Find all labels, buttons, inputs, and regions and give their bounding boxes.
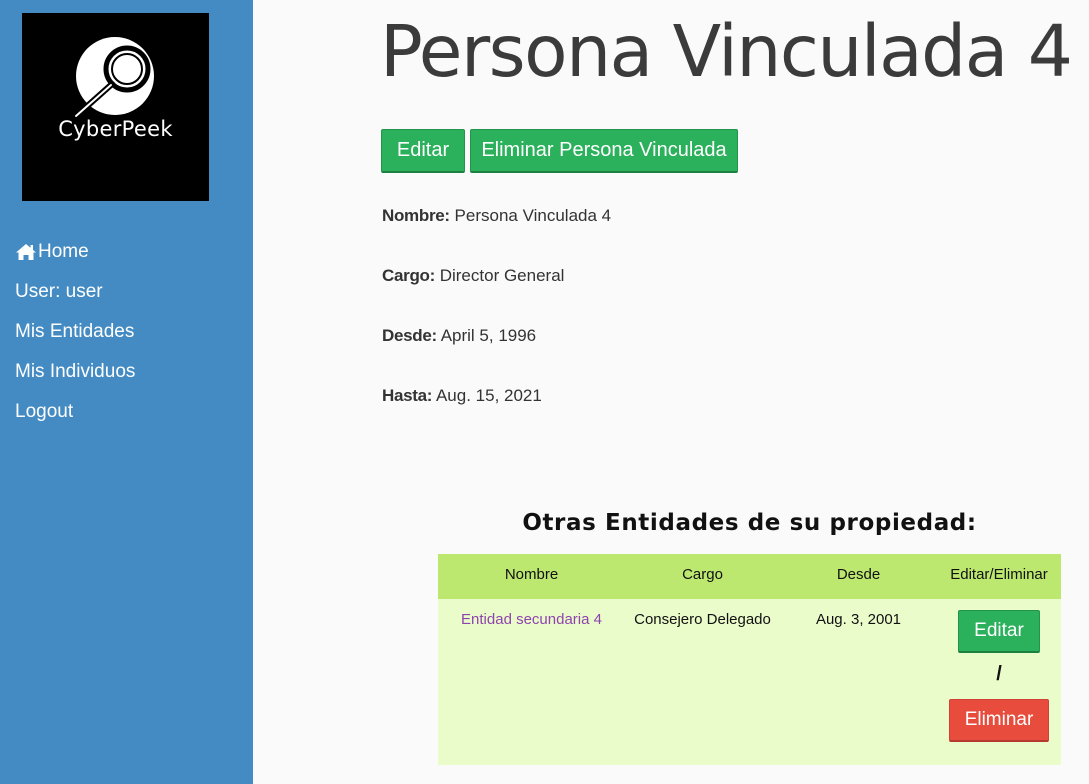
- field-cargo-label: Cargo:: [382, 266, 435, 285]
- field-nombre-label: Nombre:: [382, 206, 450, 225]
- field-desde: Desde: April 5, 1996: [382, 326, 536, 346]
- logo-text: CyberPeek: [58, 117, 173, 141]
- field-desde-label: Desde:: [382, 326, 437, 345]
- column-header-desde: Desde: [836, 566, 881, 583]
- column-header-editar-eliminar: Editar/Eliminar: [950, 566, 1048, 583]
- field-cargo: Cargo: Director General: [382, 266, 564, 286]
- nav-mis-individuos[interactable]: Mis Individuos: [15, 358, 135, 386]
- table-header: Nombre Cargo Desde Editar/Eliminar: [438, 554, 1061, 599]
- field-cargo-value: Director General: [439, 266, 565, 285]
- cyberpeek-logo[interactable]: CyberPeek: [22, 13, 209, 201]
- column-header-cargo: Cargo: [682, 566, 723, 583]
- field-hasta: Hasta: Aug. 15, 2021: [382, 386, 542, 406]
- field-hasta-value: Aug. 15, 2021: [435, 386, 542, 405]
- home-icon: [16, 244, 36, 260]
- edit-button[interactable]: Editar: [381, 129, 465, 173]
- nav-user[interactable]: User: user: [15, 278, 103, 306]
- nav-logout[interactable]: Logout: [15, 398, 73, 426]
- nav-home[interactable]: Home: [15, 238, 89, 266]
- row-cargo: Consejero Delegado: [634, 611, 771, 628]
- column-header-nombre: Nombre: [504, 566, 559, 583]
- page-title: Persona Vinculada 4: [380, 10, 1073, 93]
- entities-table: Nombre Cargo Desde Editar/Eliminar Entid…: [438, 554, 1061, 765]
- field-hasta-label: Hasta:: [382, 386, 433, 405]
- row-action-separator: /: [996, 663, 1002, 685]
- nav-mis-entidades[interactable]: Mis Entidades: [15, 318, 134, 346]
- nav-home-label: Home: [38, 241, 89, 262]
- delete-persona-button[interactable]: Eliminar Persona Vinculada: [470, 129, 738, 173]
- entity-link[interactable]: Entidad secundaria 4: [438, 611, 625, 628]
- field-desde-value: April 5, 1996: [440, 326, 537, 345]
- table-heading: Otras Entidades de su propiedad:: [522, 510, 977, 536]
- field-nombre: Nombre: Persona Vinculada 4: [382, 206, 611, 226]
- row-delete-button[interactable]: Eliminar: [949, 699, 1049, 742]
- sidebar: CyberPeek Home User: user Mis Entidades …: [0, 0, 253, 784]
- row-edit-button[interactable]: Editar: [958, 610, 1040, 653]
- row-desde: Aug. 3, 2001: [815, 611, 902, 628]
- magnifier-icon: [72, 37, 154, 120]
- field-nombre-value: Persona Vinculada 4: [454, 206, 612, 225]
